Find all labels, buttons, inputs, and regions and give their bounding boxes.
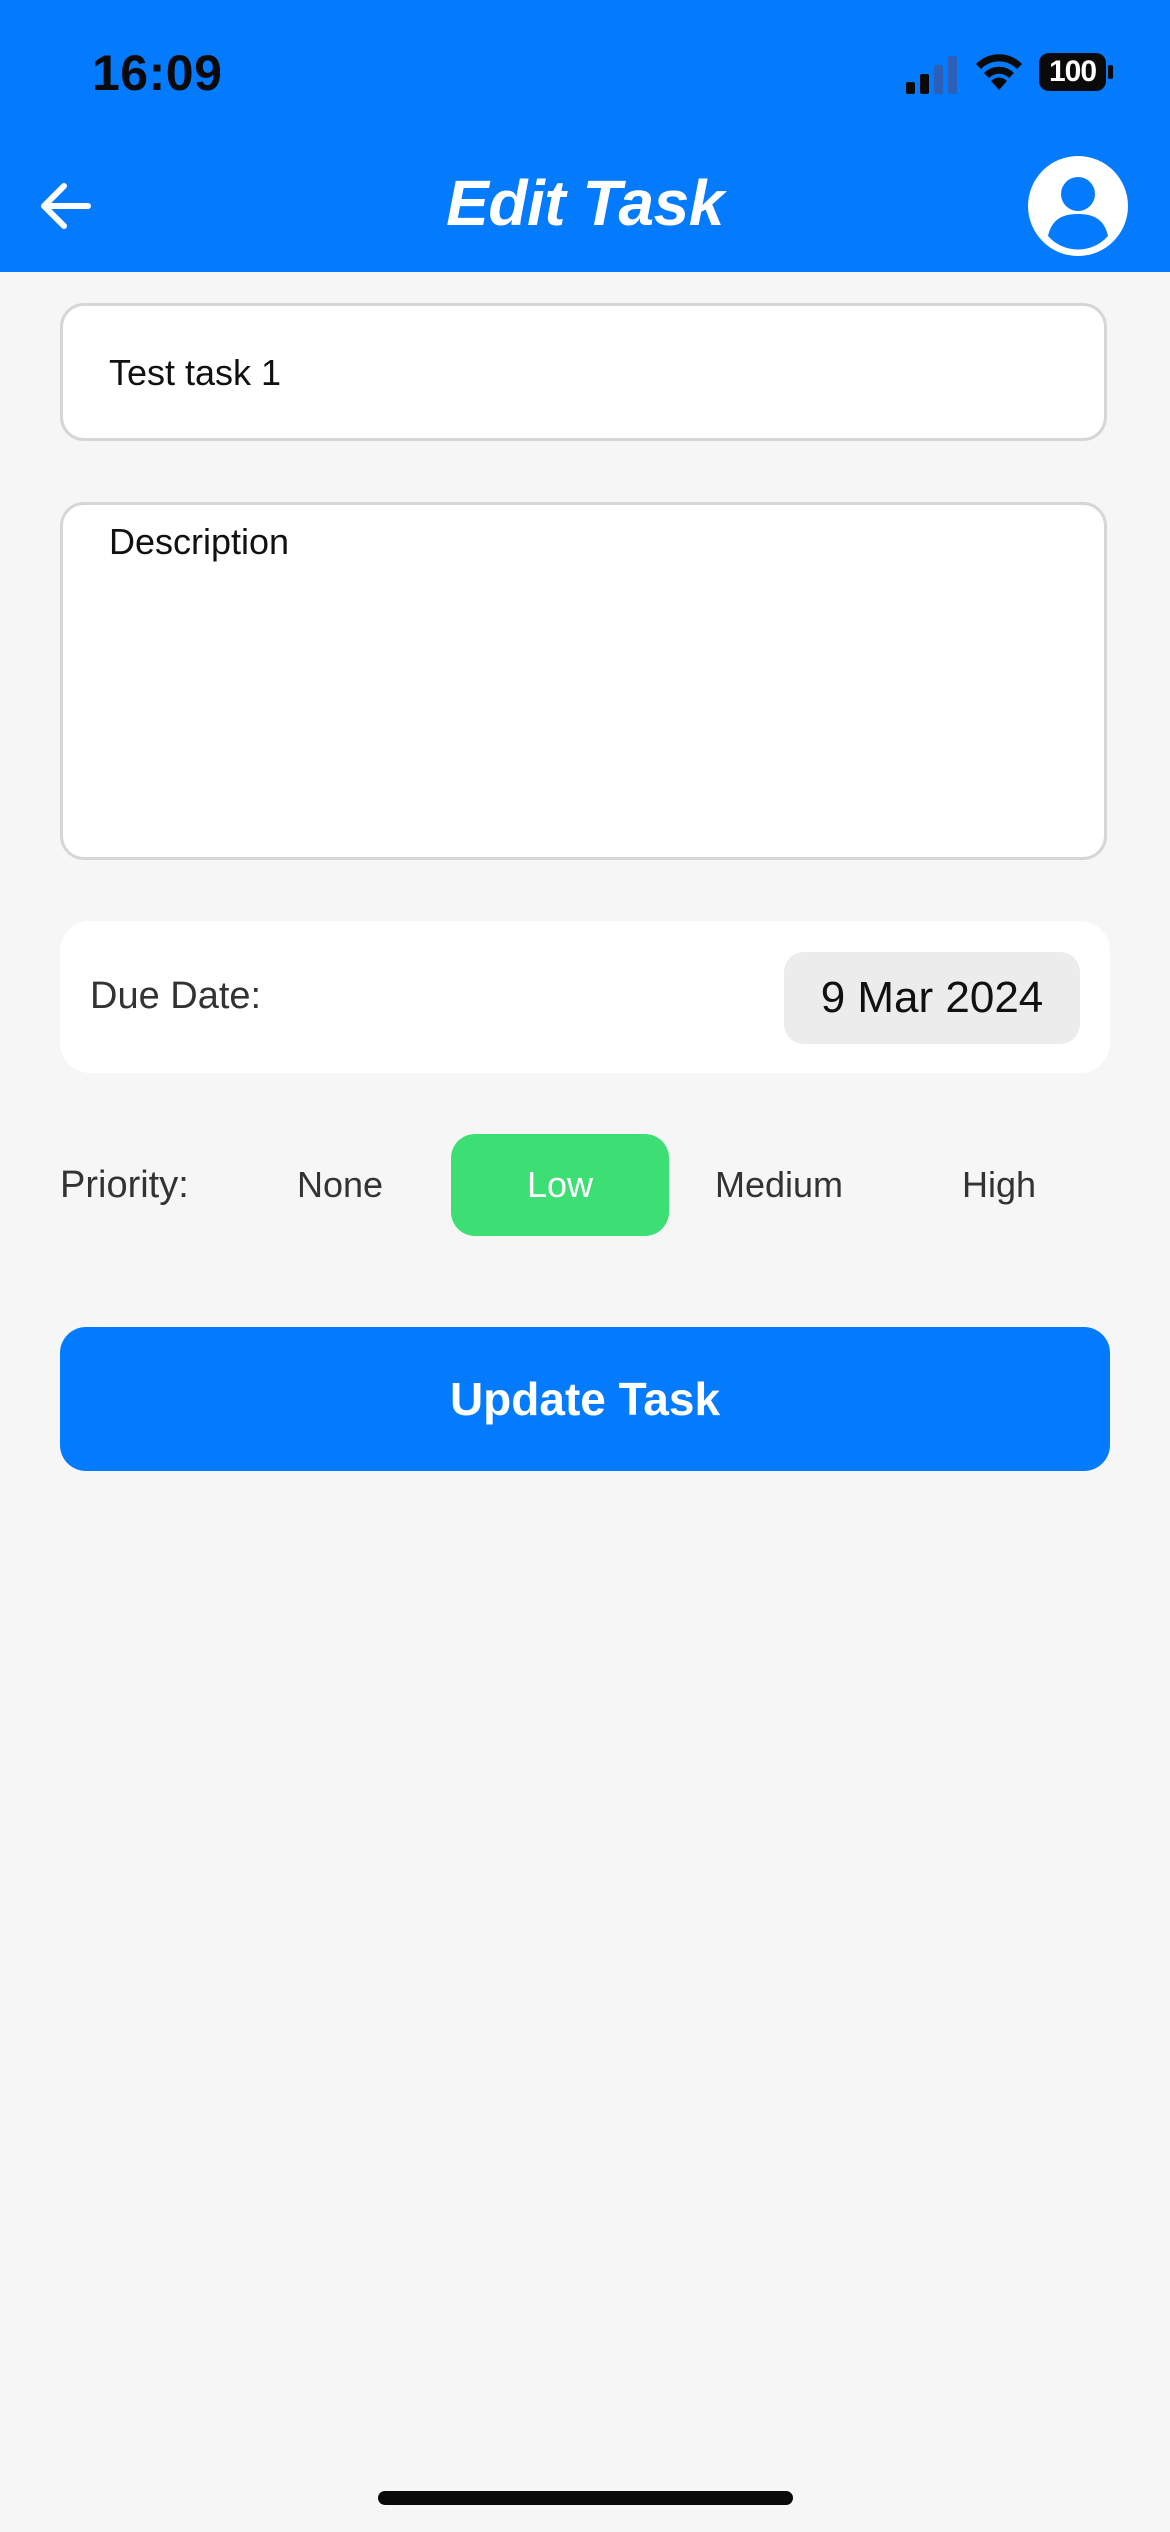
due-date-label: Due Date: [90,975,262,1017]
user-avatar-icon [1028,156,1128,256]
wifi-icon [976,54,1022,90]
cellular-signal-icon [906,56,957,94]
priority-label: Priority: [60,1164,189,1206]
priority-option-high[interactable]: High [890,1134,1108,1236]
update-task-button[interactable]: Update Task [60,1327,1110,1471]
profile-button[interactable] [1028,156,1128,256]
priority-option-medium[interactable]: Medium [670,1134,888,1236]
due-date-picker[interactable]: 9 Mar 2024 [784,952,1080,1044]
battery-icon: 100 [1038,52,1114,92]
header-bar: 16:09 100 Edit Task [0,0,1170,272]
task-title-value: Test task 1 [109,352,282,393]
description-input[interactable]: Description [60,502,1107,860]
description-placeholder: Description [109,521,290,562]
page-title: Edit Task [446,167,724,239]
home-indicator[interactable] [378,2491,793,2505]
task-title-input[interactable]: Test task 1 [60,303,1107,441]
priority-option-none[interactable]: None [231,1134,449,1236]
due-date-row: Due Date: 9 Mar 2024 [60,921,1110,1073]
priority-option-low[interactable]: Low [451,1134,669,1236]
battery-level: 100 [1048,55,1097,88]
status-time: 16:09 [92,45,223,101]
